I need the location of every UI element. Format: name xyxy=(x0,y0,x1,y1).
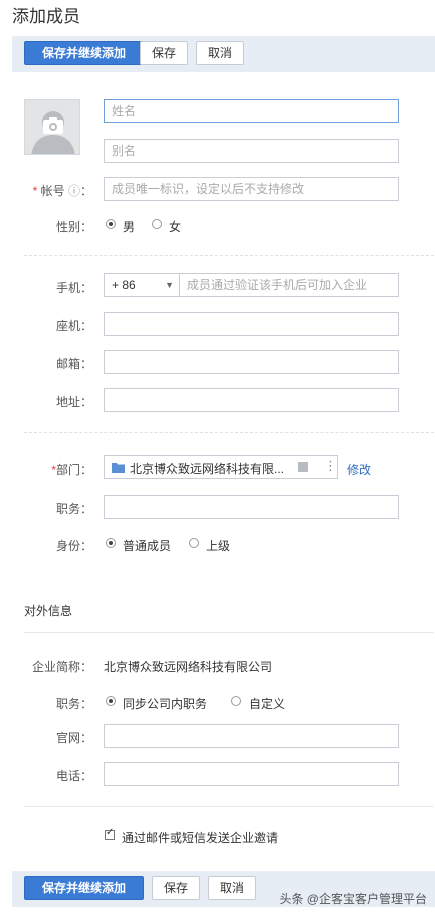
identity-normal-radio[interactable] xyxy=(106,538,116,548)
org-chart-icon[interactable] xyxy=(298,462,308,472)
required-mark: * xyxy=(32,184,38,198)
identity-superior-label[interactable]: 上级 xyxy=(206,537,230,554)
position-label: 职务： xyxy=(55,502,92,516)
position-custom-label[interactable]: 自定义 xyxy=(249,695,285,712)
gender-male-radio[interactable] xyxy=(106,219,116,229)
save-continue-button[interactable]: 保存并继续添加 xyxy=(24,41,144,65)
tel-label: 电话： xyxy=(55,769,92,783)
company-name: 北京博众致远网络科技有限公司 xyxy=(104,660,273,674)
more-vertical-icon[interactable]: ⋮ xyxy=(324,458,337,474)
identity-superior-radio[interactable] xyxy=(189,538,199,548)
avatar-upload[interactable] xyxy=(24,99,80,155)
mobile-label: 手机： xyxy=(55,281,92,295)
country-code-value: + 86 xyxy=(112,278,136,292)
save-continue-button[interactable]: 保存并继续添加 xyxy=(24,876,144,900)
phone-label: 座机： xyxy=(55,319,92,333)
email-input[interactable] xyxy=(104,350,399,374)
tel-input[interactable] xyxy=(104,762,399,786)
phone-input[interactable] xyxy=(104,312,399,336)
info-icon[interactable]: ⓘ xyxy=(68,184,80,198)
gender-label: 性别： xyxy=(55,220,92,234)
department-name: 北京博众致远网络科技有限... xyxy=(130,462,285,476)
position-sync-label[interactable]: 同步公司内职务 xyxy=(123,695,207,712)
account-label-text: 帐号 xyxy=(40,184,65,198)
section-divider xyxy=(24,255,434,256)
company-label: 企业简称： xyxy=(31,660,92,674)
alias-input[interactable]: 别名 xyxy=(104,139,399,163)
mobile-input[interactable]: 成员通过验证该手机后可加入企业 xyxy=(179,273,399,297)
position-input[interactable] xyxy=(104,495,399,519)
modify-department-link[interactable]: 修改 xyxy=(347,461,371,478)
department-label: *部门： xyxy=(24,461,92,478)
address-label: 地址： xyxy=(55,395,92,409)
caret-down-icon: ▼ xyxy=(165,280,174,290)
account-label: * 帐号 ⓘ： xyxy=(24,182,92,199)
invite-checkbox[interactable] xyxy=(105,827,115,840)
section-divider xyxy=(24,632,434,633)
cancel-button[interactable]: 取消 xyxy=(208,876,256,900)
external-position-label: 职务： xyxy=(55,697,92,711)
invite-label[interactable]: 通过邮件或短信发送企业邀请 xyxy=(122,829,278,846)
account-label-colon: ： xyxy=(79,184,92,198)
identity-normal-label[interactable]: 普通成员 xyxy=(123,537,171,554)
department-tag[interactable]: 北京博众致远网络科技有限... ⋮ xyxy=(104,455,338,479)
country-code-select[interactable]: + 86 ▼ xyxy=(104,273,180,297)
gender-female-label[interactable]: 女 xyxy=(169,218,181,235)
email-label: 邮箱： xyxy=(55,357,92,371)
name-input[interactable]: 姓名 xyxy=(104,99,399,123)
page-title: 添加成员 xyxy=(12,7,80,26)
department-label-text: 部门： xyxy=(55,463,92,477)
user-silhouette-icon xyxy=(31,111,75,154)
top-toolbar: 保存并继续添加 保存 取消 xyxy=(12,36,435,72)
account-input[interactable]: 成员唯一标识，设定以后不支持修改 xyxy=(104,177,399,201)
cancel-button[interactable]: 取消 xyxy=(196,41,244,65)
identity-label: 身份： xyxy=(55,539,92,553)
gender-male-label[interactable]: 男 xyxy=(123,218,135,235)
position-custom-radio[interactable] xyxy=(231,696,241,706)
save-button[interactable]: 保存 xyxy=(140,41,188,65)
section-divider xyxy=(24,806,434,807)
address-input[interactable] xyxy=(104,388,399,412)
website-label: 官网： xyxy=(55,731,92,745)
save-button[interactable]: 保存 xyxy=(152,876,200,900)
folder-icon xyxy=(112,463,125,473)
website-input[interactable] xyxy=(104,724,399,748)
watermark: 头条 @企客宝客户管理平台 xyxy=(279,892,427,906)
gender-female-radio[interactable] xyxy=(152,219,162,229)
position-sync-radio[interactable] xyxy=(106,696,116,706)
external-info-heading: 对外信息 xyxy=(24,604,73,618)
section-divider xyxy=(24,432,434,433)
